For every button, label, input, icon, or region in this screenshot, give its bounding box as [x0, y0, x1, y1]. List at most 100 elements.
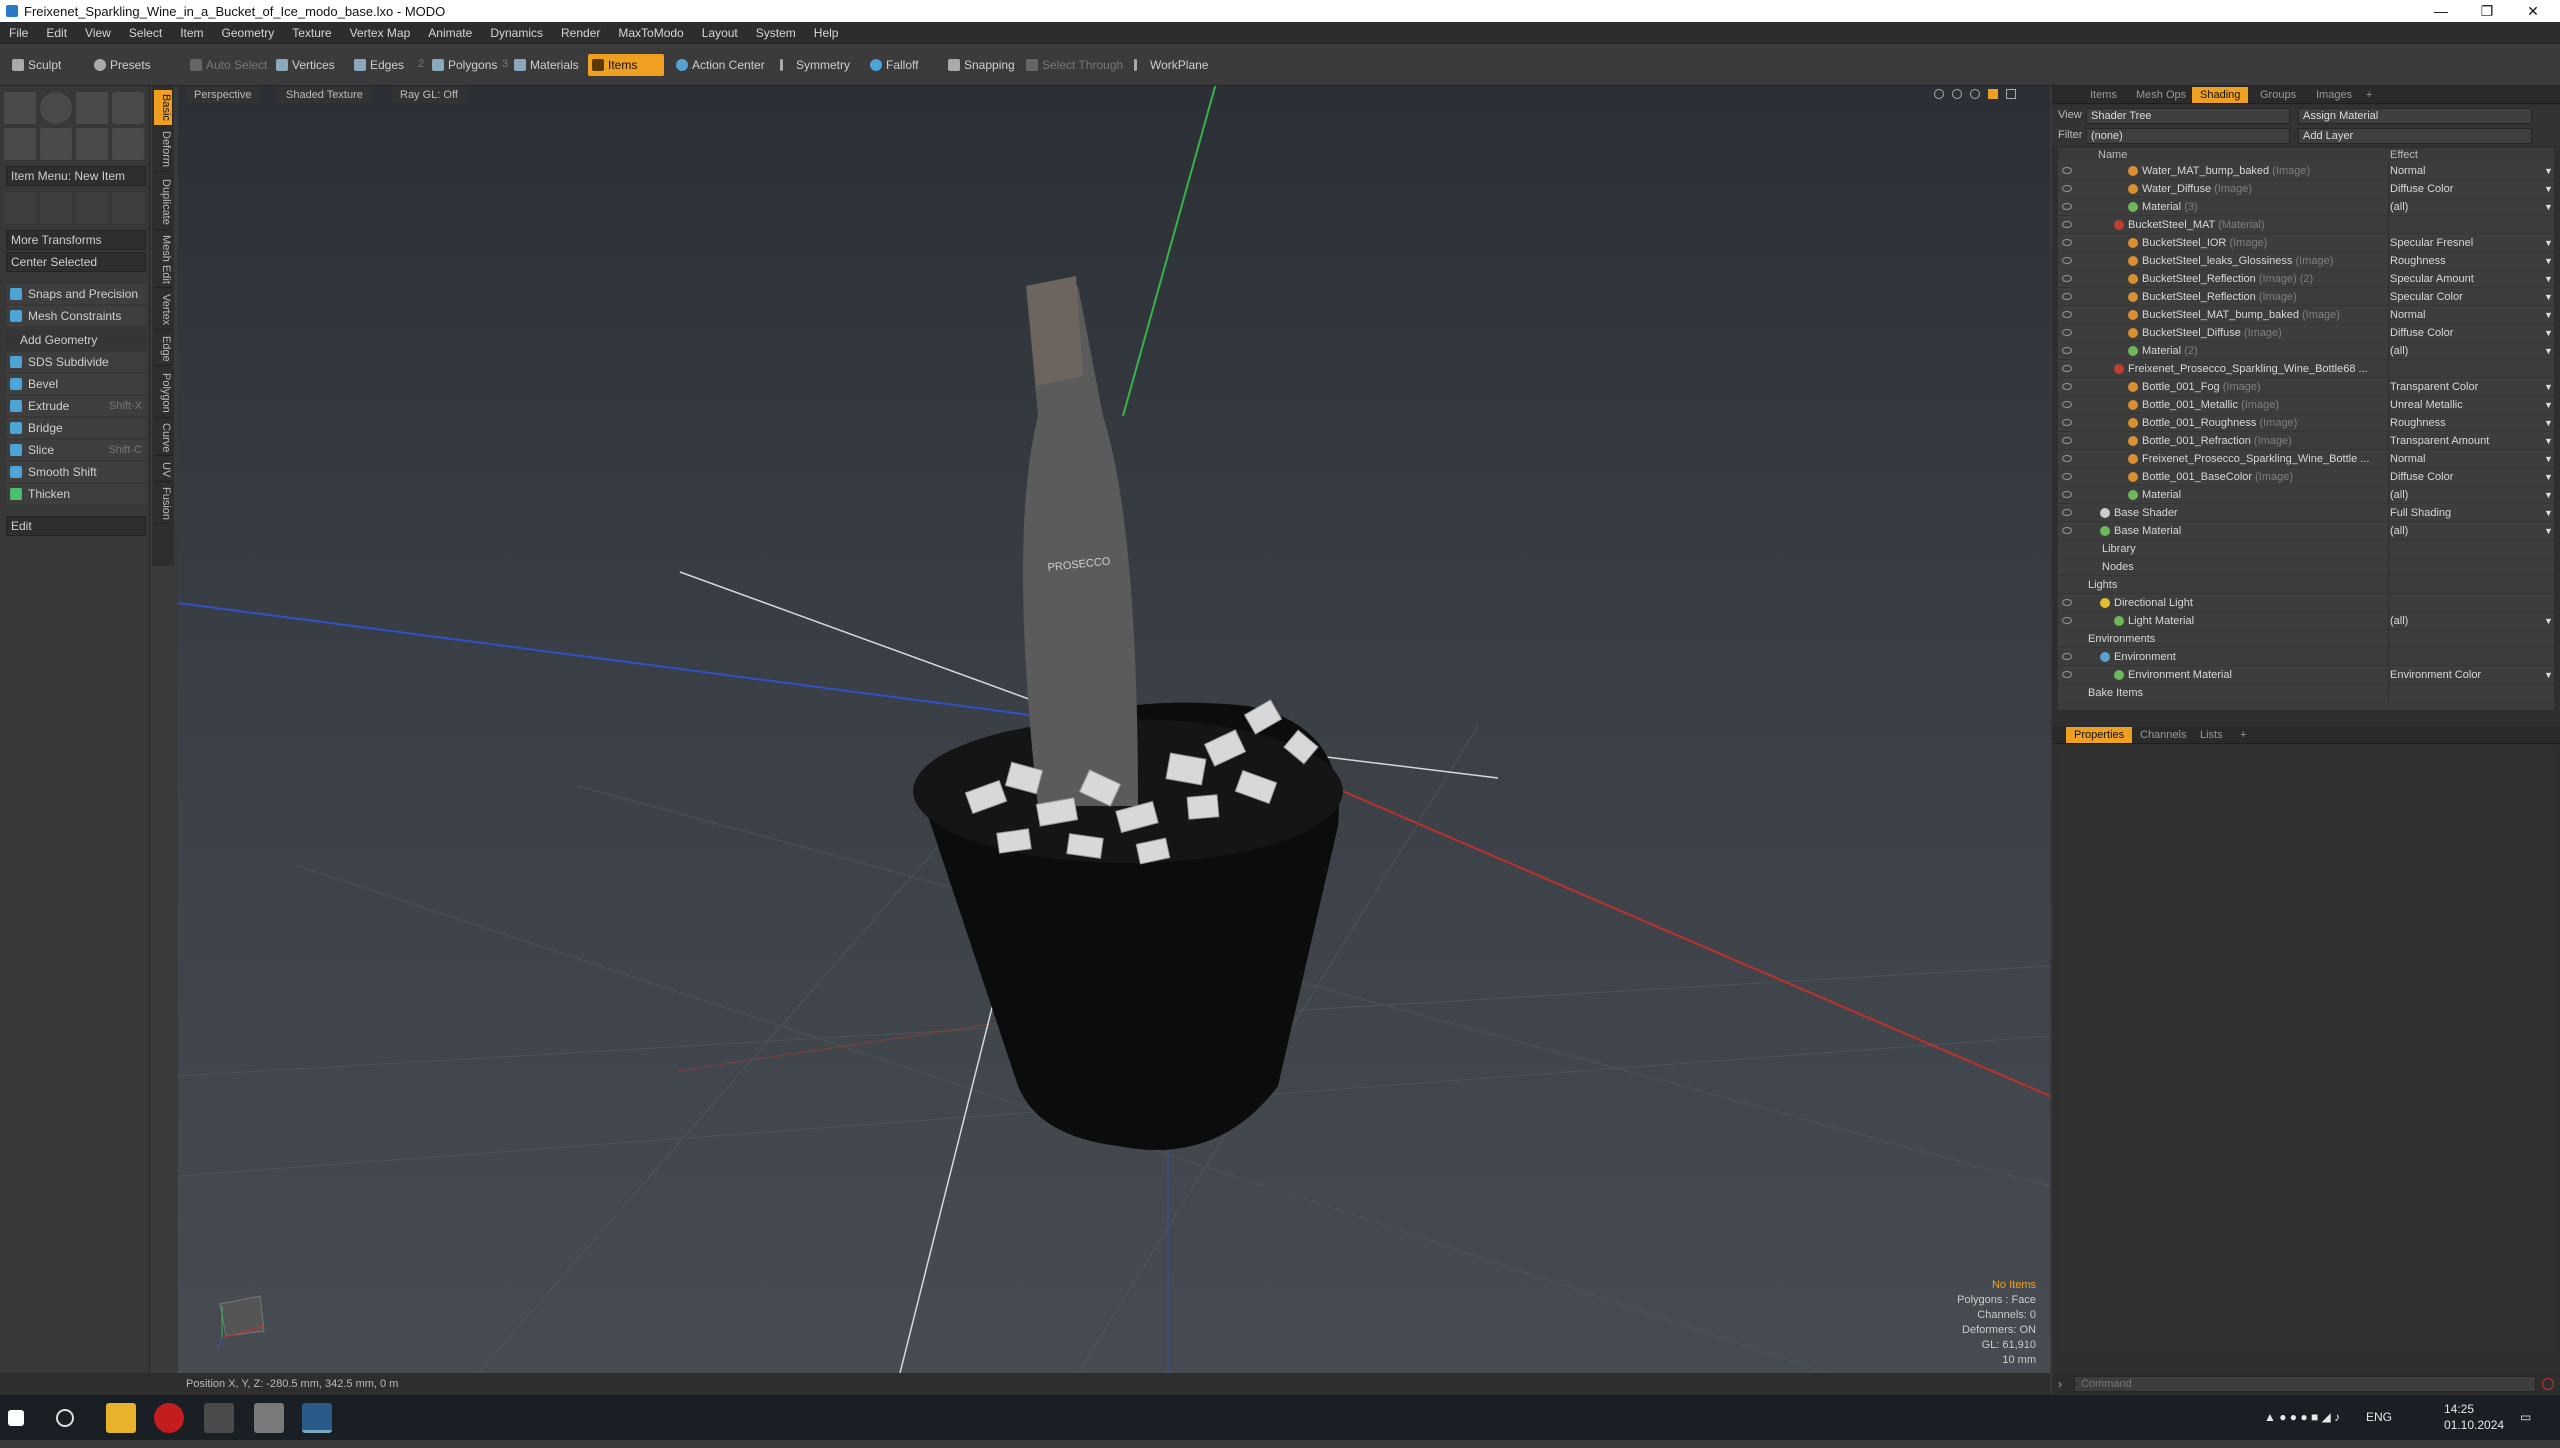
shader-tree-row[interactable]: Environment Material Environment Color ▼ [2058, 666, 2554, 684]
action-center-button[interactable]: Action Center [672, 54, 771, 76]
shader-tree-row[interactable]: Freixenet_Prosecco_Sparkling_Wine_Bottle… [2058, 360, 2554, 378]
select-through-button[interactable]: Select Through [1022, 54, 1129, 76]
layer-effect[interactable]: Environment Color [2390, 666, 2540, 684]
effect-dropdown-arrow-icon[interactable]: ▼ [2544, 324, 2553, 342]
shader-tree-row[interactable]: Bottle_001_Metallic (Image) Unreal Metall… [2058, 396, 2554, 414]
effect-dropdown-arrow-icon[interactable]: ▼ [2544, 504, 2553, 522]
visibility-eye-icon[interactable] [2062, 185, 2072, 192]
pan-icon[interactable] [1934, 89, 1944, 99]
effect-dropdown-arrow-icon[interactable]: ▼ [2544, 432, 2553, 450]
capsule-tool-icon[interactable] [40, 128, 72, 160]
vertices-button[interactable]: Vertices [272, 54, 341, 76]
opera-icon[interactable] [154, 1403, 184, 1433]
item-menu-dropdown[interactable]: Item Menu: New Item [6, 166, 146, 186]
add-geometry-header[interactable]: Add Geometry [6, 330, 146, 350]
layer-effect[interactable]: (all) [2390, 522, 2540, 540]
menu-render[interactable]: Render [552, 26, 609, 40]
shader-tree-row[interactable]: Base Material (all) ▼ [2058, 522, 2554, 540]
shading-mode-button[interactable]: Shaded Texture [278, 87, 371, 103]
auto-select-button[interactable]: Auto Select [186, 54, 273, 76]
visibility-eye-icon[interactable] [2062, 221, 2072, 228]
layer-effect[interactable]: Roughness [2390, 414, 2540, 432]
plane-tool-icon[interactable] [76, 128, 108, 160]
visibility-eye-icon[interactable] [2062, 203, 2072, 210]
cylinder-tool-icon[interactable] [76, 92, 108, 124]
tab-polygon[interactable]: Polygon [154, 368, 172, 418]
effect-column-header[interactable]: Effect [2390, 148, 2418, 162]
visibility-eye-icon[interactable] [2062, 167, 2072, 174]
shader-tree-row[interactable]: BucketSteel_MAT (Material) [2058, 216, 2554, 234]
effect-dropdown-arrow-icon[interactable]: ▼ [2544, 612, 2553, 630]
visibility-eye-icon[interactable] [2062, 365, 2072, 372]
effect-dropdown-arrow-icon[interactable]: ▼ [2544, 414, 2553, 432]
shader-tree-row[interactable]: BucketSteel_Reflection (Image) Specular C… [2058, 288, 2554, 306]
maximize-button[interactable]: ❐ [2464, 0, 2510, 22]
visibility-eye-icon[interactable] [2062, 383, 2072, 390]
tab-lists[interactable]: Lists [2192, 727, 2231, 743]
start-icon[interactable] [8, 1410, 24, 1426]
tab-properties[interactable]: Properties [2066, 727, 2133, 743]
tool-slice[interactable]: Slice Shift-C [6, 440, 146, 460]
tab-curve[interactable]: Curve [154, 420, 172, 456]
workplane-button[interactable]: WorkPlane [1130, 54, 1214, 76]
view-dropdown[interactable]: Shader Tree [2086, 108, 2290, 124]
shader-tree-row[interactable]: Material (3) (all) ▼ [2058, 198, 2554, 216]
tab-uv[interactable]: UV [154, 458, 172, 482]
shader-tree-row[interactable]: Base Shader Full Shading ▼ [2058, 504, 2554, 522]
search-icon[interactable] [56, 1409, 74, 1427]
tab-items[interactable]: Items [2082, 87, 2125, 103]
menu-item[interactable]: Item [171, 26, 212, 40]
visibility-eye-icon[interactable] [2062, 275, 2072, 282]
tab-deform[interactable]: Deform [154, 128, 172, 172]
snapping-button[interactable]: Snapping [944, 54, 1021, 76]
torus-tool-icon[interactable] [4, 128, 36, 160]
layer-effect[interactable]: Normal [2390, 450, 2540, 468]
effect-dropdown-arrow-icon[interactable]: ▼ [2544, 522, 2553, 540]
effect-dropdown-arrow-icon[interactable]: ▼ [2544, 666, 2553, 684]
layer-effect[interactable]: Full Shading [2390, 504, 2540, 522]
layer-effect[interactable]: Specular Color [2390, 288, 2540, 306]
layer-effect[interactable]: Diffuse Color [2390, 324, 2540, 342]
sculpt-button[interactable]: Sculpt [8, 54, 67, 76]
tab-shading[interactable]: Shading [2192, 87, 2249, 103]
visibility-eye-icon[interactable] [2062, 239, 2072, 246]
name-column-header[interactable]: Name [2098, 148, 2127, 162]
tool-thicken[interactable]: Thicken [6, 484, 146, 504]
polygons-button[interactable]: Polygons [428, 54, 503, 76]
effect-dropdown-arrow-icon[interactable]: ▼ [2544, 234, 2553, 252]
tool-bevel[interactable]: Bevel [6, 374, 146, 394]
layer-effect[interactable]: (all) [2390, 612, 2540, 630]
more-transforms-dropdown[interactable]: More Transforms [6, 230, 146, 250]
tool-smooth-shift[interactable]: Smooth Shift [6, 462, 146, 482]
presets-button[interactable]: Presets [90, 54, 157, 76]
menu-help[interactable]: Help [805, 26, 848, 40]
menu-vertex-map[interactable]: Vertex Map [341, 26, 420, 40]
3d-viewport[interactable]: PROSECCO Perspective Shaded Texture Ray … [178, 86, 2050, 1373]
transform-tool-icon[interactable] [112, 192, 144, 224]
visibility-eye-icon[interactable] [2062, 671, 2072, 678]
layer-effect[interactable]: (all) [2390, 198, 2540, 216]
tab-fusion[interactable]: Fusion [154, 484, 172, 524]
visibility-eye-icon[interactable] [2062, 599, 2072, 606]
tab-basic[interactable]: Basic [154, 90, 172, 126]
shader-tree-row[interactable]: Environments [2058, 630, 2554, 648]
layer-effect[interactable]: (all) [2390, 342, 2540, 360]
modo-taskbar-icon[interactable] [302, 1403, 332, 1433]
file-explorer-icon[interactable] [106, 1403, 136, 1433]
shader-tree-row[interactable]: Lights [2058, 576, 2554, 594]
shader-tree-row[interactable]: Bake Items [2058, 684, 2554, 702]
visibility-eye-icon[interactable] [2062, 437, 2072, 444]
shader-tree[interactable]: Water_MAT_bump_baked (Image) Normal ▼ Water… [2058, 162, 2554, 710]
shader-tree-row[interactable]: Material (all) ▼ [2058, 486, 2554, 504]
layer-effect[interactable]: Unreal Metallic [2390, 396, 2540, 414]
menu-edit[interactable]: Edit [37, 26, 76, 40]
move-tool-icon[interactable] [4, 192, 36, 224]
layer-effect[interactable]: Roughness [2390, 252, 2540, 270]
visibility-eye-icon[interactable] [2062, 491, 2072, 498]
shader-tree-row[interactable]: Material (2) (all) ▼ [2058, 342, 2554, 360]
effect-dropdown-arrow-icon[interactable]: ▼ [2544, 198, 2553, 216]
add-bottom-tab-button[interactable]: + [2232, 727, 2254, 743]
zoom-icon[interactable] [1970, 89, 1980, 99]
menu-maxtomodo[interactable]: MaxToModo [609, 26, 692, 40]
shader-tree-row[interactable]: Bottle_001_Refraction (Image) Transparent… [2058, 432, 2554, 450]
